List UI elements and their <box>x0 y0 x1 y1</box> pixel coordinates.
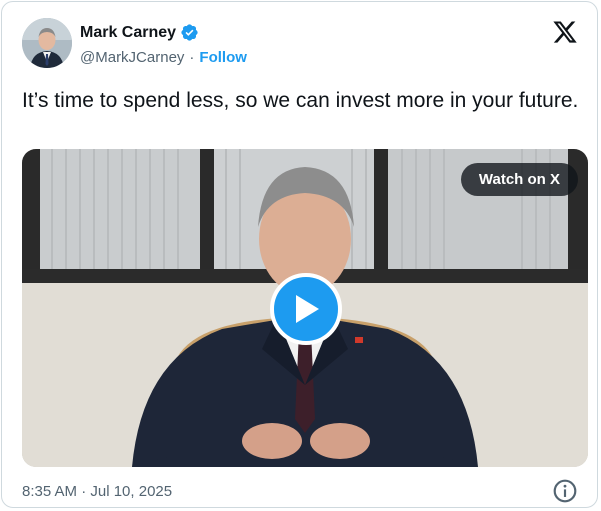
author-name[interactable]: Mark Carney <box>80 24 176 42</box>
video-player[interactable]: Watch on X <box>22 149 588 467</box>
info-icon[interactable] <box>552 478 578 504</box>
avatar[interactable] <box>22 18 72 68</box>
x-logo-icon[interactable] <box>552 19 578 45</box>
watch-on-x-button[interactable]: Watch on X <box>460 163 578 196</box>
tweet-text: It’s time to spend less, so we can inves… <box>22 89 579 112</box>
tweet-card: Mark Carney @MarkJCarney · Follow It’s t… <box>1 1 598 508</box>
author-handle[interactable]: @MarkJCarney <box>80 49 184 66</box>
avatar-image <box>22 18 72 68</box>
author-name-row: Mark Carney <box>80 23 199 42</box>
author-handle-row: @MarkJCarney · Follow <box>80 49 247 66</box>
play-button[interactable] <box>270 273 342 345</box>
tweet-timestamp[interactable]: 8:35 AM · Jul 10, 2025 <box>22 483 172 500</box>
verified-badge-icon <box>181 24 198 41</box>
follow-button[interactable]: Follow <box>199 49 247 66</box>
play-icon <box>296 295 319 323</box>
separator-dot: · <box>189 49 195 66</box>
